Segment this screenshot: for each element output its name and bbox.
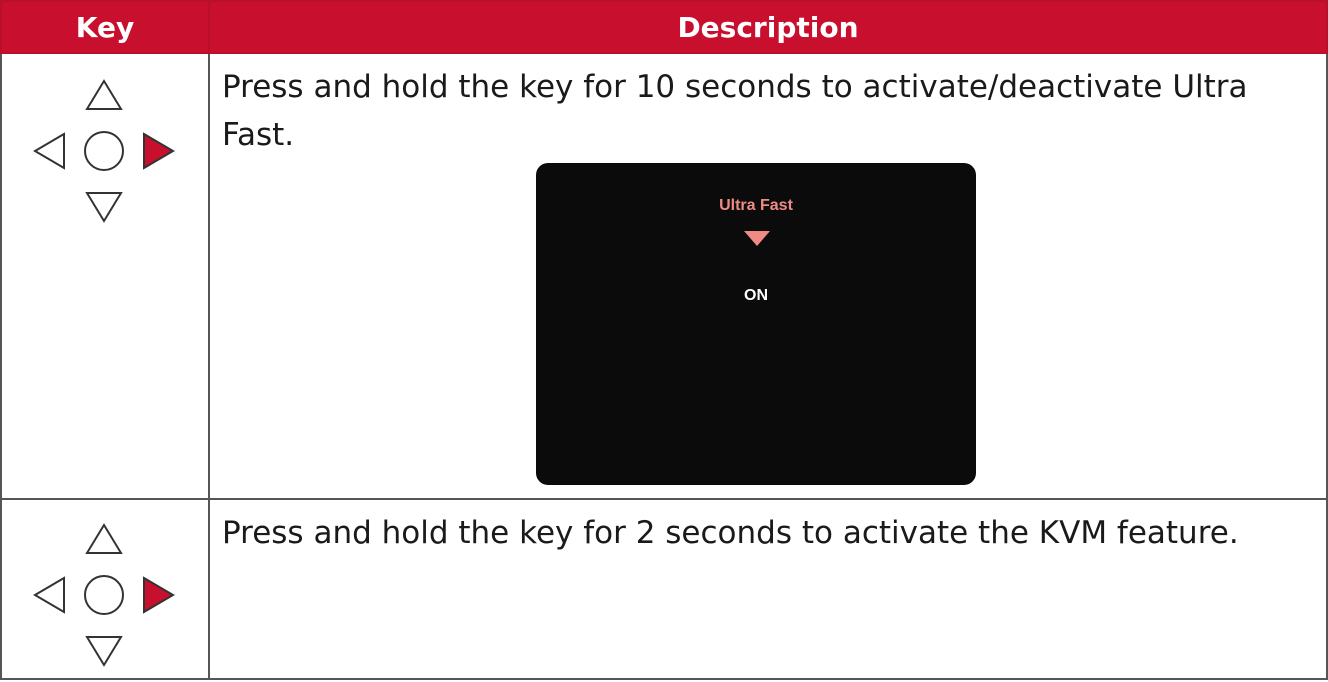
osd-value: ON	[744, 287, 768, 304]
down-arrow-icon	[85, 192, 123, 223]
up-arrow-icon	[85, 523, 123, 554]
joystick-keypad-icon	[33, 79, 175, 223]
description-text: Press and hold the key for 2 seconds to …	[222, 515, 1239, 551]
description-cell: Press and hold the key for 10 seconds to…	[208, 52, 1328, 500]
right-arrow-icon	[143, 132, 175, 170]
description-text: Press and hold the key for 10 seconds to…	[222, 69, 1248, 153]
up-arrow-icon	[85, 79, 123, 110]
center-button-icon	[84, 575, 124, 615]
center-button-icon	[84, 131, 124, 171]
key-description-table: Key Description Press and hold the key f…	[0, 0, 1328, 680]
joystick-keypad-icon	[33, 523, 175, 667]
left-arrow-icon	[33, 132, 65, 170]
osd-screen: Ultra Fast ON	[536, 163, 976, 485]
key-cell	[0, 52, 210, 500]
table-header-row: Key Description	[0, 0, 1328, 54]
header-description: Description	[208, 0, 1328, 54]
left-arrow-icon	[33, 576, 65, 614]
table-row: Press and hold the key for 2 seconds to …	[0, 498, 1328, 680]
right-arrow-icon	[143, 576, 175, 614]
table-row: Press and hold the key for 10 seconds to…	[0, 52, 1328, 500]
down-arrow-icon	[85, 636, 123, 667]
key-cell	[0, 498, 210, 680]
osd-title: Ultra Fast	[719, 197, 793, 214]
triangle-down-icon	[744, 231, 770, 246]
header-key: Key	[0, 0, 210, 54]
description-cell: Press and hold the key for 2 seconds to …	[208, 498, 1328, 680]
